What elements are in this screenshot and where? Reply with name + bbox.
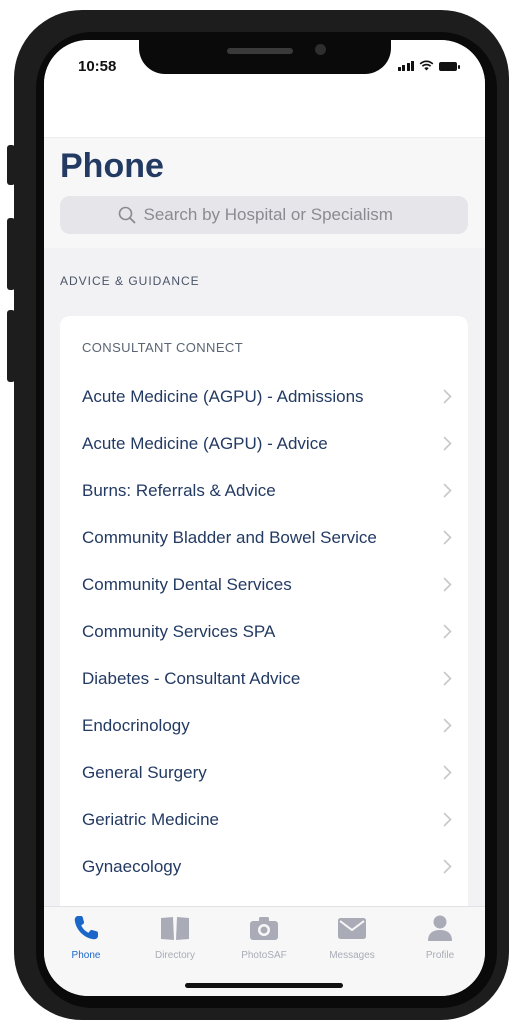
search-input[interactable] (141, 204, 411, 226)
chevron-right-icon (443, 671, 452, 686)
list-item-label: Geriatric Medicine (82, 809, 219, 829)
chevron-right-icon (443, 530, 452, 545)
list-item-label: Diabetes - Consultant Advice (82, 668, 301, 688)
chevron-right-icon (443, 859, 452, 874)
list-item[interactable]: Gynaecology (60, 843, 468, 890)
speaker (227, 48, 293, 54)
phone-icon (74, 916, 98, 940)
signal-icon (397, 61, 414, 71)
chevron-right-icon (443, 812, 452, 827)
wifi-icon (419, 60, 434, 71)
chevron-right-icon (443, 765, 452, 780)
tab-phone[interactable]: Phone (51, 913, 121, 961)
list-item[interactable]: Community Services SPA (60, 608, 468, 655)
consultant-connect-card: CONSULTANT CONNECT Acute Medicine (AGPU)… (60, 316, 468, 936)
device-screen: 10:58 Phone ADVICE & GUIDANCE CONSULTANT… (44, 40, 485, 996)
tab-label: PhotoSAF (241, 950, 287, 961)
list-item[interactable]: General Surgery (60, 749, 468, 796)
search-icon (118, 206, 135, 224)
tab-photosaf[interactable]: PhotoSAF (229, 913, 299, 961)
chevron-right-icon (443, 718, 452, 733)
list-item[interactable]: Community Bladder and Bowel Service (60, 514, 468, 561)
chevron-right-icon (443, 483, 452, 498)
list-item[interactable]: Geriatric Medicine (60, 796, 468, 843)
list-item[interactable]: Endocrinology (60, 702, 468, 749)
envelope-icon (338, 918, 366, 939)
tab-label: Profile (425, 950, 455, 961)
status-time: 10:58 (78, 58, 117, 75)
tab-label: Messages (329, 950, 375, 961)
list-item[interactable]: Diabetes - Consultant Advice (60, 655, 468, 702)
volume-up-button (7, 218, 15, 290)
tab-label: Phone (71, 950, 101, 961)
tab-messages[interactable]: Messages (317, 913, 387, 961)
tab-profile[interactable]: Profile (405, 913, 475, 961)
search-bar[interactable] (60, 196, 468, 234)
specialism-list: Acute Medicine (AGPU) - Admissions Acute… (60, 373, 468, 890)
mute-switch (7, 145, 15, 185)
home-indicator (185, 983, 343, 988)
tab-directory[interactable]: Directory (140, 913, 210, 961)
list-item-label: Gynaecology (82, 856, 182, 876)
front-camera (315, 44, 326, 55)
page-title: Phone (60, 147, 164, 185)
list-item-label: Acute Medicine (AGPU) - Advice (82, 433, 328, 453)
notch (139, 40, 391, 74)
person-icon (428, 915, 452, 941)
list-item[interactable]: Community Dental Services (60, 561, 468, 608)
list-item[interactable]: Acute Medicine (AGPU) - Advice (60, 420, 468, 467)
chevron-right-icon (443, 436, 452, 451)
section-label: ADVICE & GUIDANCE (60, 274, 200, 288)
chevron-right-icon (443, 389, 452, 404)
list-item[interactable]: Burns: Referrals & Advice (60, 467, 468, 514)
list-item-label: Endocrinology (82, 715, 190, 735)
battery-icon (439, 62, 460, 71)
status-icons (397, 60, 460, 71)
list-item-label: Burns: Referrals & Advice (82, 480, 276, 500)
list-item-label: Acute Medicine (AGPU) - Admissions (82, 386, 364, 406)
list-item-label: Community Services SPA (82, 621, 276, 641)
list-item-label: General Surgery (82, 762, 207, 782)
card-heading: CONSULTANT CONNECT (82, 340, 244, 355)
list-item[interactable]: Acute Medicine (AGPU) - Admissions (60, 373, 468, 420)
volume-down-button (7, 310, 15, 382)
chevron-right-icon (443, 624, 452, 639)
book-icon (161, 917, 189, 940)
camera-icon (250, 917, 278, 940)
tab-label: Directory (154, 950, 195, 961)
list-item-label: Community Dental Services (82, 574, 292, 594)
chevron-right-icon (443, 577, 452, 592)
list-item-label: Community Bladder and Bowel Service (82, 527, 377, 547)
